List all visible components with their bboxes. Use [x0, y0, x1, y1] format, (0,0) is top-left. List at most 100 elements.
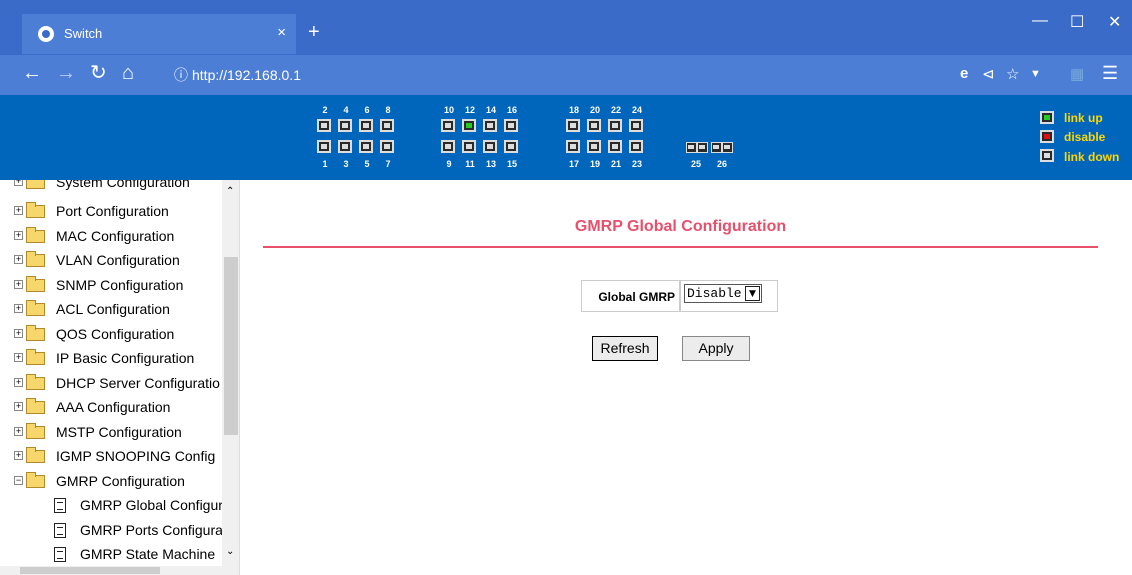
document-icon [54, 547, 66, 562]
collapse-icon[interactable]: − [14, 476, 23, 485]
port-3-icon[interactable] [338, 140, 352, 153]
horizontal-scrollbar-thumb[interactable] [20, 567, 160, 574]
port-13-icon[interactable] [483, 140, 497, 153]
port-7-icon[interactable] [380, 140, 394, 153]
tree-item-qos-configuration[interactable]: + QOS Configuration [0, 323, 222, 347]
scroll-down-icon[interactable]: ⌄ [226, 546, 234, 557]
home-icon[interactable]: ⌂ [122, 63, 134, 83]
port-25b-icon[interactable] [697, 142, 708, 153]
port-12-icon[interactable] [462, 119, 476, 132]
tree-item-mac-configuration[interactable]: + MAC Configuration [0, 225, 222, 249]
port-2-icon[interactable] [317, 119, 331, 132]
browser-tab[interactable]: Switch × [22, 14, 296, 54]
port-number: 11 [465, 159, 475, 169]
port-5-icon[interactable] [359, 140, 373, 153]
tree-item-vlan-configuration[interactable]: + VLAN Configuration [0, 249, 222, 273]
port-1-icon[interactable] [317, 140, 331, 153]
tree-item-system-configuration[interactable]: + System Configuration [0, 180, 222, 195]
port-20-icon[interactable] [587, 119, 601, 132]
tree-item-port-configuration[interactable]: + Port Configuration [0, 200, 222, 224]
port-26a-icon[interactable] [711, 142, 722, 153]
refresh-button[interactable]: Refresh [592, 336, 658, 361]
chevron-down-icon[interactable]: ▼ [745, 286, 760, 301]
expand-icon[interactable]: + [14, 180, 23, 186]
chevron-down-icon[interactable]: ▼ [1030, 68, 1041, 80]
expand-icon[interactable]: + [14, 353, 23, 362]
port-9-icon[interactable] [441, 140, 455, 153]
port-18-icon[interactable] [566, 119, 580, 132]
tree-item-igmp-snooping-config[interactable]: + IGMP SNOOPING Config [0, 445, 222, 469]
tree-item-label: SNMP Configuration [56, 277, 184, 293]
ie-mode-icon[interactable]: e [960, 65, 968, 82]
port-14-icon[interactable] [483, 119, 497, 132]
port-24-icon[interactable] [629, 119, 643, 132]
tab-close-icon[interactable]: × [277, 24, 286, 41]
star-icon[interactable]: ☆ [1006, 65, 1019, 83]
link-down-legend-icon [1040, 149, 1054, 162]
port-25a-icon[interactable] [686, 142, 697, 153]
tree-item-aaa-configuration[interactable]: + AAA Configuration [0, 396, 222, 420]
tree-item-acl-configuration[interactable]: + ACL Configuration [0, 298, 222, 322]
port-number: 13 [485, 159, 496, 169]
tree-item-dhcp-server-configuration[interactable]: + DHCP Server Configuratio [0, 372, 222, 396]
port-number: 7 [385, 159, 391, 169]
share-icon[interactable]: ⊲ [982, 65, 995, 83]
port-10-icon[interactable] [441, 119, 455, 132]
port-11-icon[interactable] [462, 140, 476, 153]
reload-icon[interactable]: ↻ [90, 63, 107, 83]
expand-icon[interactable]: + [14, 280, 23, 289]
global-gmrp-value: Disable [687, 286, 742, 301]
tree-item-gmrp-configuration[interactable]: − GMRP Configuration [0, 470, 222, 494]
port-number: 19 [589, 159, 600, 169]
port-26b-icon[interactable] [722, 142, 733, 153]
expand-icon[interactable]: + [14, 427, 23, 436]
tree-item-mstp-configuration[interactable]: + MSTP Configuration [0, 421, 222, 445]
port-number: 5 [364, 159, 370, 169]
expand-icon[interactable]: + [14, 402, 23, 411]
port-17-icon[interactable] [566, 140, 580, 153]
expand-icon[interactable]: + [14, 255, 23, 264]
sidebar-scrollbar[interactable]: ⌃ ⌄ [222, 180, 239, 575]
port-23-icon[interactable] [629, 140, 643, 153]
port-8-icon[interactable] [380, 119, 394, 132]
apply-button[interactable]: Apply [682, 336, 750, 361]
scroll-up-icon[interactable]: ⌃ [226, 186, 234, 197]
url-field[interactable]: ⓘ http://192.168.0.1 [160, 61, 980, 89]
tree-subitem-gmrp-state-machine[interactable]: GMRP State Machine [0, 543, 222, 567]
close-window-icon[interactable]: ✕ [1108, 12, 1121, 32]
scrollbar-thumb[interactable] [224, 257, 238, 435]
horizontal-scrollbar[interactable] [0, 566, 222, 575]
port-6-icon[interactable] [359, 119, 373, 132]
expand-icon[interactable]: + [14, 206, 23, 215]
port-4-icon[interactable] [338, 119, 352, 132]
expand-icon[interactable]: + [14, 378, 23, 387]
apps-icon[interactable]: ▦ [1070, 65, 1084, 83]
port-number: 1 [322, 159, 328, 169]
forward-icon[interactable]: → [56, 63, 76, 83]
folder-icon [26, 300, 45, 316]
tree-item-snmp-configuration[interactable]: + SNMP Configuration [0, 274, 222, 298]
tree-subitem-gmrp-global[interactable]: GMRP Global Configur [0, 494, 222, 518]
port-21-icon[interactable] [608, 140, 622, 153]
port-22-icon[interactable] [608, 119, 622, 132]
maximize-icon[interactable]: ☐ [1070, 12, 1084, 32]
expand-icon[interactable]: + [14, 329, 23, 338]
port-number: 4 [343, 105, 349, 115]
new-tab-button[interactable]: + [308, 22, 320, 42]
expand-icon[interactable]: + [14, 231, 23, 240]
port-19-icon[interactable] [587, 140, 601, 153]
tree-subitem-label: GMRP Global Configur [80, 497, 222, 513]
tree-subitem-gmrp-ports[interactable]: GMRP Ports Configura [0, 519, 222, 543]
expand-icon[interactable]: + [14, 304, 23, 313]
back-icon[interactable]: ← [22, 63, 42, 83]
global-gmrp-select[interactable]: Disable ▼ [684, 284, 762, 303]
tree-item-ip-basic-configuration[interactable]: + IP Basic Configuration [0, 347, 222, 371]
port-16-icon[interactable] [504, 119, 518, 132]
menu-icon[interactable]: ☰ [1102, 63, 1118, 84]
port-15-icon[interactable] [504, 140, 518, 153]
tree-item-label: Port Configuration [56, 203, 169, 219]
minimize-icon[interactable]: — [1032, 12, 1048, 30]
expand-icon[interactable]: + [14, 451, 23, 460]
legend-disable: disable [1064, 130, 1106, 144]
port-number: 21 [610, 159, 621, 169]
